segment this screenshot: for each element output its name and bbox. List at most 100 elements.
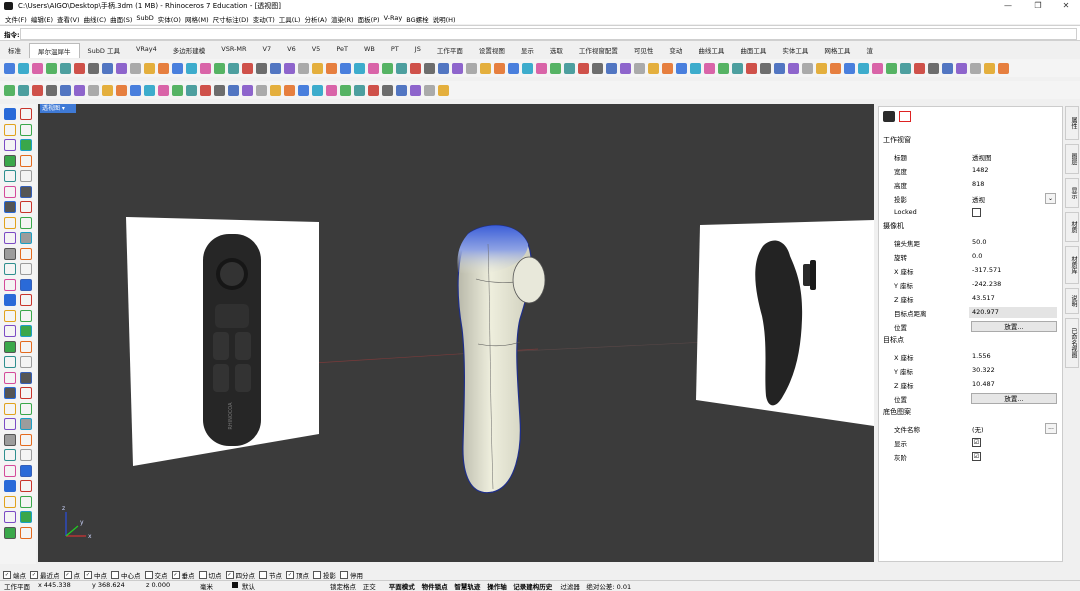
toolbar-tool-icon[interactable] xyxy=(956,62,967,74)
left-tool-icon[interactable] xyxy=(20,247,32,260)
toolbar-tab[interactable]: JS xyxy=(407,43,429,57)
toolbar-tool-icon[interactable] xyxy=(830,62,841,74)
toolbar-tool-icon[interactable] xyxy=(564,62,575,74)
toolbar-tool-icon[interactable] xyxy=(340,84,351,96)
osnap-2[interactable]: ✓ 点 xyxy=(63,570,80,580)
left-tool-icon[interactable] xyxy=(20,185,32,198)
viewport-props-icon[interactable] xyxy=(883,111,895,122)
left-tool-icon[interactable] xyxy=(4,309,16,322)
toolbar-tab[interactable]: 多边形建模 xyxy=(165,43,214,57)
property-value[interactable]: 1.556 xyxy=(972,352,991,360)
toolbar-tool-icon[interactable] xyxy=(214,62,225,74)
osnap-checkbox[interactable]: ✓ xyxy=(171,570,180,579)
left-tool-icon[interactable] xyxy=(4,480,16,492)
toolbar-tool-icon[interactable] xyxy=(242,62,253,74)
status-toggle[interactable]: 正交 xyxy=(363,581,376,591)
menu-item[interactable]: 文件(F) xyxy=(4,12,30,24)
left-tool-icon[interactable] xyxy=(20,325,32,337)
toolbar-tool-icon[interactable] xyxy=(368,84,379,96)
left-tool-icon[interactable] xyxy=(4,464,16,477)
toolbar-tool-icon[interactable] xyxy=(130,62,141,74)
toolbar-tool-icon[interactable] xyxy=(662,62,673,74)
toolbar-tool-icon[interactable] xyxy=(74,84,85,96)
left-tool-icon[interactable] xyxy=(20,433,32,446)
menu-item[interactable]: 说明(H) xyxy=(432,12,459,24)
toolbar-tab[interactable]: V7 xyxy=(255,43,280,57)
toolbar-tool-icon[interactable] xyxy=(760,62,771,74)
toolbar-tool-icon[interactable] xyxy=(480,62,491,74)
osnap-3[interactable]: ✓ 中点 xyxy=(84,570,107,580)
toolbar-tool-icon[interactable] xyxy=(396,84,407,96)
toolbar-tool-icon[interactable] xyxy=(186,62,197,74)
property-value[interactable]: 透视图 xyxy=(972,152,992,162)
toolbar-tool-icon[interactable] xyxy=(844,62,855,74)
property-value[interactable]: -242.238 xyxy=(972,280,1001,288)
left-tool-icon[interactable] xyxy=(4,263,16,275)
toolbar-tool-icon[interactable] xyxy=(326,62,337,74)
left-tool-icon[interactable] xyxy=(4,340,16,353)
toolbar-tool-icon[interactable] xyxy=(46,62,57,74)
osnap-checkbox[interactable]: ✓ xyxy=(63,570,72,579)
osnap-checkbox[interactable] xyxy=(313,570,321,579)
toolbar-tool-icon[interactable] xyxy=(186,84,197,96)
status-toggle[interactable]: 平面模式 xyxy=(389,581,415,591)
toolbar-tool-icon[interactable] xyxy=(242,84,253,96)
osnap-checkbox[interactable] xyxy=(340,570,348,579)
viewport-label-tab[interactable]: 透视图 ▾ xyxy=(40,104,76,113)
left-tool-icon[interactable] xyxy=(20,139,32,151)
toolbar-tool-icon[interactable] xyxy=(536,62,547,74)
toolbar-tool-icon[interactable] xyxy=(298,62,309,74)
toolbar-tool-icon[interactable] xyxy=(172,84,183,96)
left-tool-icon[interactable] xyxy=(20,402,32,415)
toolbar-tool-icon[interactable] xyxy=(214,84,225,96)
command-input[interactable] xyxy=(20,28,1077,40)
toolbar-tool-icon[interactable] xyxy=(634,62,645,74)
toolbar-tab[interactable]: 实体工具 xyxy=(774,43,816,57)
toolbar-tool-icon[interactable] xyxy=(354,84,365,96)
left-tool-icon[interactable] xyxy=(20,480,32,492)
toolbar-tool-icon[interactable] xyxy=(18,84,29,96)
left-tool-icon[interactable] xyxy=(20,154,32,167)
toolbar-tool-icon[interactable] xyxy=(592,62,603,74)
status-toggle[interactable]: 过滤器 xyxy=(560,581,580,591)
osnap-checkbox[interactable] xyxy=(198,570,207,579)
toolbar-tool-icon[interactable] xyxy=(284,84,295,96)
toolbar-tab[interactable]: VSR-MR xyxy=(213,43,254,57)
status-toggle[interactable]: 绝对公差: 0.01 xyxy=(586,581,631,591)
toolbar-tool-icon[interactable] xyxy=(270,62,281,74)
toolbar-tab[interactable]: 曲线工具 xyxy=(690,43,732,57)
right-tab[interactable]: 已命名视图 xyxy=(1065,318,1079,368)
menu-item[interactable]: V-Ray xyxy=(383,12,406,24)
toolbar-tool-icon[interactable] xyxy=(60,84,71,96)
toolbar-tool-icon[interactable] xyxy=(200,84,211,96)
toolbar-tool-icon[interactable] xyxy=(942,62,953,74)
toolbar-tool-icon[interactable] xyxy=(158,62,169,74)
toolbar-tool-icon[interactable] xyxy=(284,62,295,74)
toolbar-tool-icon[interactable] xyxy=(172,62,183,74)
toolbar-tab[interactable]: V6 xyxy=(279,43,304,57)
toolbar-tool-icon[interactable] xyxy=(676,62,687,74)
toolbar-tool-icon[interactable] xyxy=(466,62,477,74)
menu-item[interactable]: 面板(P) xyxy=(357,12,383,24)
left-tool-icon[interactable] xyxy=(4,387,16,399)
place-button[interactable]: 放置... xyxy=(971,321,1057,332)
toolbar-tool-icon[interactable] xyxy=(354,62,365,74)
restore-button[interactable]: ❐ xyxy=(1024,0,1052,12)
left-tool-icon[interactable] xyxy=(4,449,16,461)
left-tool-icon[interactable] xyxy=(4,108,16,120)
property-value[interactable]: -317.571 xyxy=(972,266,1001,274)
left-tool-icon[interactable] xyxy=(20,340,32,353)
toolbar-tool-icon[interactable] xyxy=(18,62,29,74)
right-tab[interactable]: 材质 xyxy=(1065,212,1079,242)
chevron-down-icon[interactable]: ⌄ xyxy=(1045,193,1056,204)
toolbar-tool-icon[interactable] xyxy=(256,62,267,74)
toolbar-tool-icon[interactable] xyxy=(4,84,15,96)
left-tool-icon[interactable] xyxy=(4,278,16,291)
left-tool-icon[interactable] xyxy=(4,185,16,198)
left-tool-icon[interactable] xyxy=(20,232,32,244)
toolbar-tool-icon[interactable] xyxy=(368,62,379,74)
osnap-10[interactable]: ✓ 顶点 xyxy=(286,570,309,580)
toolbar-tool-icon[interactable] xyxy=(998,62,1009,74)
toolbar-tool-icon[interactable] xyxy=(690,62,701,74)
left-tool-icon[interactable] xyxy=(20,201,32,213)
